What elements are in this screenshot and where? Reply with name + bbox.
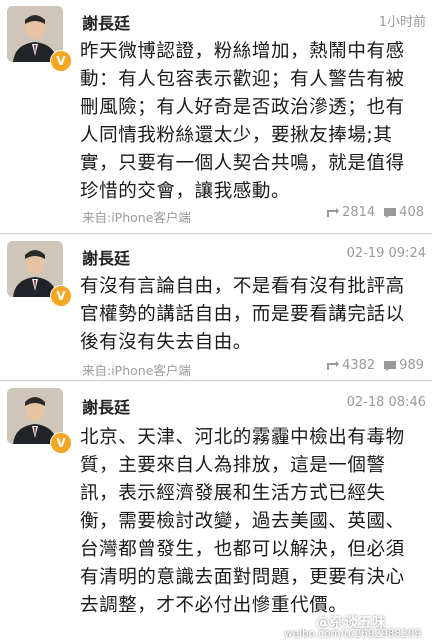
- comment-count: 989: [399, 358, 424, 373]
- post-card[interactable]: V 謝長廷 1小时前 昨天微博認證，粉絲增加，熱鬧中有感動：有人包容表示歡迎；有…: [0, 0, 432, 234]
- author-name[interactable]: 謝長廷: [82, 10, 130, 34]
- repost-count: 4382: [342, 358, 376, 373]
- comment-button[interactable]: 989: [383, 358, 424, 373]
- comment-icon: [384, 207, 397, 218]
- repost-icon: [327, 360, 340, 370]
- post-actions: 2814 408: [326, 205, 424, 220]
- post-time: 02-18 08:46: [346, 395, 426, 410]
- author-name[interactable]: 謝長廷: [82, 245, 130, 269]
- repost-icon: [327, 207, 340, 217]
- verified-badge-icon: V: [50, 285, 72, 307]
- post-source: 来自:iPhone客户端: [82, 210, 191, 225]
- post-text: 昨天微博認證，粉絲增加，熱鬧中有感動：有人包容表示歡迎；有人警告有被刪風險；有人…: [80, 41, 405, 202]
- verified-badge-icon: V: [50, 50, 72, 72]
- repost-button[interactable]: 4382: [326, 358, 375, 373]
- comment-count: 408: [399, 205, 424, 220]
- post-actions: 4382 989: [326, 358, 424, 373]
- comment-button[interactable]: 408: [383, 205, 424, 220]
- repost-button[interactable]: 2814: [326, 205, 375, 220]
- post-text: 有沒有言論自由，不是看有沒有批評高官權勢的講話自由，而是要看講完話以後有沒有失去…: [80, 276, 405, 353]
- watermark-url: weibo.com/u/2692988209: [284, 628, 422, 640]
- post-text: 北京、天津、河北的霧霾中檢出有毒物質，主要來自人為排放，這是一個警訊，表示經濟發…: [80, 427, 405, 616]
- post-source: 来自:iPhone客户端: [82, 363, 191, 378]
- comment-icon: [384, 360, 397, 371]
- post-card[interactable]: V 謝長廷 02-18 08:46 北京、天津、河北的霧霾中檢出有毒物質，主要來…: [0, 382, 432, 644]
- post-time: 02-19 09:24: [346, 246, 426, 261]
- post-time: 1小时前: [378, 15, 426, 30]
- post-card[interactable]: V 謝長廷 02-19 09:24 有沒有言論自由，不是看有沒有批評高官權勢的講…: [0, 235, 432, 381]
- repost-count: 2814: [342, 205, 376, 220]
- author-name[interactable]: 謝長廷: [82, 394, 130, 418]
- verified-badge-icon: V: [50, 432, 72, 454]
